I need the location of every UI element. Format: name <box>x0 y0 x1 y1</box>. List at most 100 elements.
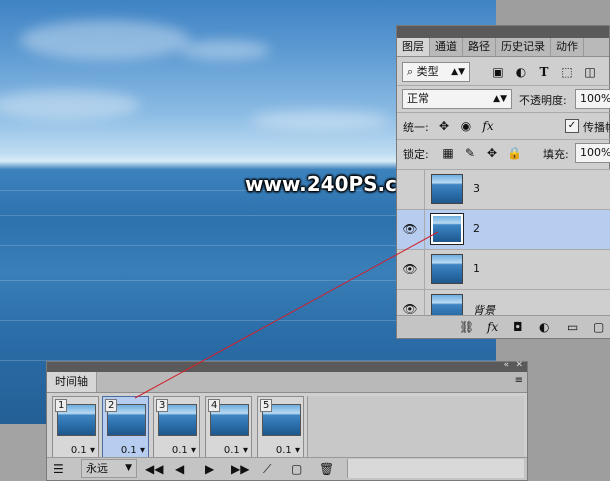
visibility-toggle[interactable]: 👁 <box>397 210 425 249</box>
new-layer-icon[interactable]: ▢ <box>593 319 604 335</box>
layers-panel-footer: ⛓ fx ◘ ◐ ▭ ▢ <box>397 315 610 338</box>
layer-name: 1 <box>473 262 480 275</box>
cloud <box>180 40 270 60</box>
lock-label: 锁定: <box>403 148 429 161</box>
frame-delay-value: 0.1 <box>223 445 240 456</box>
layer-style-icon[interactable]: fx <box>487 319 498 335</box>
timeline-frame[interactable]: 4 0.1 ▾ <box>205 396 252 459</box>
tab-paths[interactable]: 路径 <box>463 38 496 56</box>
timeline-frame[interactable]: 5 0.1 ▾ <box>257 396 304 459</box>
cloud <box>250 110 390 130</box>
chevron-down-icon: ▼ <box>125 463 132 473</box>
horizontal-scrollbar[interactable] <box>347 459 524 478</box>
unify-visibility-icon[interactable]: ◉ <box>459 119 473 133</box>
loop-option-value: 永远 <box>86 462 108 475</box>
search-icon: ⌕ <box>407 65 417 78</box>
shape-filter-icon[interactable]: ⬚ <box>560 65 574 79</box>
previous-frame-icon[interactable]: ◀ <box>175 461 184 477</box>
timeline-tabbar: 时间轴 ≡ <box>47 372 527 393</box>
frame-delay[interactable]: 0.1 ▾ <box>224 445 248 456</box>
eye-icon: 👁 <box>402 262 418 276</box>
blend-mode-select[interactable]: 正常 ▲▼ <box>402 89 512 109</box>
panel-menu-icon[interactable]: ≡ <box>515 375 523 386</box>
frame-number: 2 <box>105 399 118 412</box>
frame-delay-value: 0.1 <box>120 445 137 456</box>
unify-row: 统一: ✥ ◉ fx ✓ 传播帧 <box>397 113 610 140</box>
timeline-frame[interactable]: 2 0.1 ▾ <box>102 396 149 459</box>
unify-label: 统一: <box>403 121 429 134</box>
unify-position-icon[interactable]: ✥ <box>437 119 451 133</box>
convert-timeline-icon[interactable]: ☰ <box>53 461 64 477</box>
timeline-panel: « ✕ 时间轴 ≡ 1 0.1 ▾ 2 0.1 ▾ 3 0.1 ▾ 4 0.1 … <box>46 360 528 481</box>
propagate-checkbox[interactable]: ✓ <box>565 119 579 133</box>
visibility-toggle[interactable]: 👁 <box>397 250 425 289</box>
eye-icon: 👁 <box>402 222 418 236</box>
lock-transparency-icon[interactable]: ▦ <box>441 146 455 160</box>
tab-channels[interactable]: 通道 <box>430 38 463 56</box>
lock-paint-brush-icon[interactable]: ✎ <box>463 146 477 160</box>
lock-position-icon[interactable]: ✥ <box>485 146 499 160</box>
trash-icon[interactable]: 🗑 <box>319 461 334 477</box>
timeline-toolbar: ☰ 永远 ▼ ◀◀ ◀ ▶ ▶▶ ⟋ ▢ 🗑 <box>47 457 527 480</box>
frame-number: 4 <box>208 399 221 412</box>
tab-actions[interactable]: 动作 <box>551 38 584 56</box>
panel-title-bar[interactable] <box>397 26 609 38</box>
fill-label: 填充: <box>543 148 569 161</box>
next-frame-icon[interactable]: ▶▶ <box>231 461 249 477</box>
collapse-icon[interactable]: « <box>503 360 509 370</box>
fill-input[interactable]: 100% <box>575 143 610 163</box>
eye-icon: 👁 <box>402 302 418 316</box>
frame-delay[interactable]: 0.1 ▾ <box>276 445 300 456</box>
frame-delay-value: 0.1 <box>70 445 87 456</box>
propagate-label: 传播帧 <box>583 121 610 134</box>
layer-row[interactable]: 👁 2 <box>397 209 610 249</box>
unify-style-icon[interactable]: fx <box>481 119 495 133</box>
frame-delay-value: 0.1 <box>275 445 292 456</box>
layers-panel-tabs: 图层 通道 路径 历史记录 动作 <box>397 38 609 57</box>
frame-number: 3 <box>156 399 169 412</box>
filter-kind-select[interactable]: ⌕ 类型 ▲▼ <box>402 62 470 82</box>
close-icon[interactable]: ✕ <box>515 360 523 370</box>
type-filter-icon[interactable]: T <box>537 65 551 79</box>
loop-options-select[interactable]: 永远 ▼ <box>81 459 137 478</box>
layer-row[interactable]: 👁 1 <box>397 249 610 289</box>
frame-delay[interactable]: 0.1 ▾ <box>121 445 145 456</box>
link-icon[interactable]: ⛓ <box>459 319 474 335</box>
frames-empty-area <box>307 396 524 459</box>
layer-mask-icon[interactable]: ◘ <box>513 319 523 335</box>
adjustment-layer-icon[interactable]: ◐ <box>539 319 549 335</box>
layer-thumbnail <box>430 213 464 245</box>
lock-all-icon[interactable]: 🔒 <box>507 146 522 160</box>
filter-kind-label: 类型 <box>416 65 439 78</box>
tab-history[interactable]: 历史记录 <box>496 38 551 56</box>
frame-number: 5 <box>260 399 273 412</box>
lock-row: 锁定: ▦ ✎ ✥ 🔒 填充: 100% <box>397 140 610 166</box>
first-frame-icon[interactable]: ◀◀ <box>145 461 163 477</box>
layer-row[interactable]: 3 <box>397 169 610 209</box>
layer-name: 3 <box>473 182 480 195</box>
blend-mode-value: 正常 <box>407 92 429 105</box>
pixel-filter-icon[interactable]: ▣ <box>491 65 505 79</box>
frame-number: 1 <box>55 399 68 412</box>
timeline-frame[interactable]: 3 0.1 ▾ <box>153 396 200 459</box>
tab-layers[interactable]: 图层 <box>397 38 430 56</box>
adjustment-filter-icon[interactable]: ◐ <box>514 65 528 79</box>
smart-object-filter-icon[interactable]: ◫ <box>583 65 597 79</box>
group-folder-icon[interactable]: ▭ <box>567 319 578 335</box>
cloud <box>0 90 140 120</box>
play-icon[interactable]: ▶ <box>205 461 214 477</box>
tab-timeline[interactable]: 时间轴 <box>47 372 97 392</box>
layer-thumbnail <box>431 174 463 204</box>
blend-row: 正常 ▲▼ 不透明度: 100% <box>397 86 610 113</box>
tween-icon[interactable]: ⟋ <box>263 461 271 477</box>
cloud <box>20 20 190 60</box>
opacity-input[interactable]: 100% <box>575 89 610 109</box>
frame-delay-value: 0.1 <box>171 445 188 456</box>
panel-title-bar[interactable]: « ✕ <box>47 360 527 372</box>
timeline-frame[interactable]: 1 0.1 ▾ <box>52 396 99 459</box>
duplicate-frame-icon[interactable]: ▢ <box>291 461 302 477</box>
frame-delay[interactable]: 0.1 ▾ <box>172 445 196 456</box>
visibility-toggle[interactable] <box>397 170 425 209</box>
frame-delay[interactable]: 0.1 ▾ <box>71 445 95 456</box>
layer-name: 2 <box>473 222 480 235</box>
